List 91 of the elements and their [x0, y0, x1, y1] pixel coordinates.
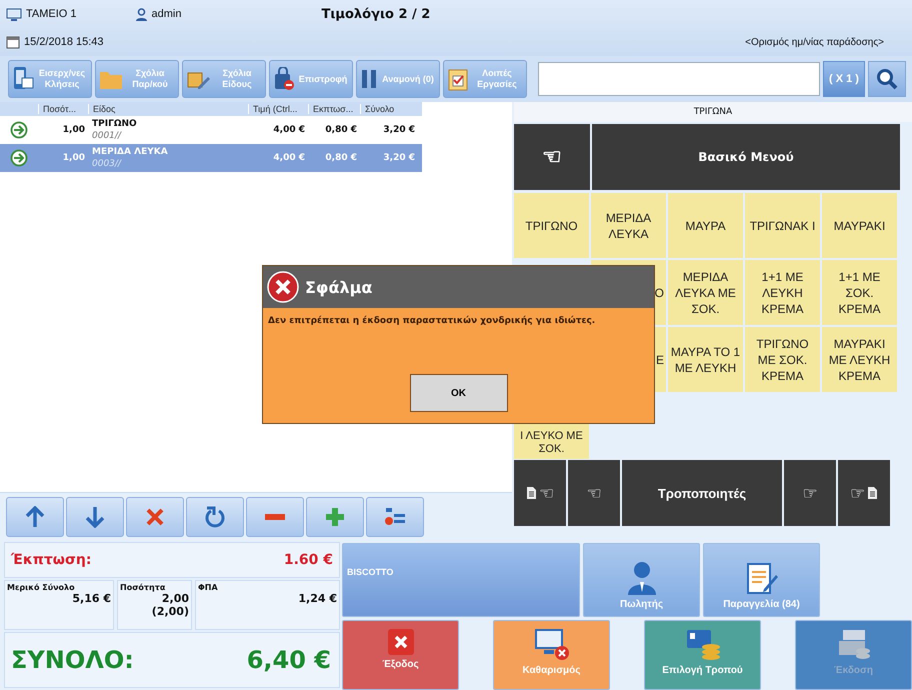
monitor-icon — [534, 629, 570, 661]
list-icon — [384, 506, 406, 528]
quantity-label: Ποσότητα — [120, 583, 166, 592]
card-coins-icon — [684, 629, 720, 661]
cash-register-icon — [836, 629, 870, 661]
total-cell-text: 3,20 € — [382, 125, 416, 135]
product-button[interactable]: ΤΡΙΓΩΝΟ — [514, 193, 589, 258]
person-icon — [626, 561, 656, 595]
exit-button[interactable]: Έξοδος — [342, 620, 459, 690]
subtotal-value: 5,16 € — [71, 592, 111, 605]
product-button[interactable]: ΜΕΡΙΔΑ ΛΕΥΚΑ — [591, 193, 666, 258]
close-icon — [388, 629, 414, 655]
calendar-icon — [6, 36, 20, 48]
vat-label: ΦΠΑ — [198, 583, 219, 592]
search-button[interactable] — [868, 61, 906, 97]
decrease-button[interactable] — [246, 497, 304, 537]
arrow-right-icon — [10, 149, 28, 167]
column-header: Σύνολο — [360, 104, 418, 114]
user-name: admin — [152, 8, 182, 20]
monitor-icon — [6, 8, 22, 20]
undo-button[interactable] — [186, 497, 244, 537]
item-name: ΤΡΙΓΩΝΟ — [92, 118, 138, 130]
subtotal-label: Μερικό Σύνολο — [7, 583, 76, 592]
register-name: ΤΑΜΕΙΟ 1 — [26, 8, 77, 20]
move-down-button[interactable] — [66, 497, 124, 537]
delivery-date-link[interactable]: <Ορισμός ημ/νίας παράδοσης> — [745, 36, 884, 48]
previous-page-button[interactable]: ☜ — [514, 460, 566, 526]
arrow-down-icon — [85, 506, 105, 528]
increase-button[interactable] — [306, 497, 364, 537]
document-icon — [867, 486, 878, 500]
ok-button[interactable]: OK — [410, 374, 508, 412]
column-header: Τιμή (Ctrl... — [248, 104, 308, 114]
discount-label: Έκπτωση: — [11, 552, 92, 568]
date-time: 15/2/2018 15:43 — [24, 36, 104, 48]
undo-icon — [204, 506, 226, 528]
delete-button[interactable] — [126, 497, 184, 537]
product-button[interactable]: ΜΕΡΙΔΑ ΛΕΥΚΑ ΜΕ ΣΟΚ. — [668, 260, 743, 325]
item-name: ΜΕΡΙΔΑ ΛΕΥΚΑ — [92, 146, 169, 158]
back-button[interactable]: ☜ — [514, 124, 590, 190]
search-icon — [876, 68, 898, 90]
quantity-detail: (2,00) — [150, 605, 189, 618]
total-amount: 6,40 € — [246, 646, 331, 674]
next-page-button[interactable]: ☞ — [784, 460, 836, 526]
move-up-button[interactable] — [6, 497, 64, 537]
error-message: Δεν επιτρέπεται η έκδοση παραστατικών χονδρικής για ιδιώτες. — [268, 316, 596, 326]
column-header: Ποσότ... — [38, 104, 88, 114]
quantity-cell-text: 1,00 — [62, 125, 86, 135]
discount-cell-text: 0,80 € — [324, 153, 358, 163]
column-header: Είδος — [88, 104, 248, 114]
discount-cell-text: 0,80 € — [324, 125, 358, 135]
plus-icon — [325, 507, 345, 527]
next-page-button[interactable]: ☞ — [838, 460, 890, 526]
quantity-cell-text: 1,00 — [62, 153, 86, 163]
total-label: ΣΥΝΟΛΟ: — [11, 646, 134, 674]
invoice-title: Τιμολόγιο 2 / 2 — [322, 6, 430, 22]
product-button[interactable]: ΜΑΥΡΑΚΙ — [822, 193, 897, 258]
user-icon — [134, 8, 148, 20]
quantity-value: 2,00 — [160, 592, 189, 605]
previous-page-button[interactable]: ☜ — [568, 460, 620, 526]
error-icon — [267, 271, 299, 303]
cross-icon — [146, 508, 164, 526]
vat-value: 1,24 € — [297, 592, 337, 605]
options-button[interactable] — [366, 497, 424, 537]
pause-icon — [360, 68, 378, 90]
menu-title-bar: Βασικό Μενού — [592, 124, 900, 190]
notepad-icon — [746, 561, 778, 595]
price-cell-text: 4,00 € — [272, 153, 306, 163]
modifiers-title-button[interactable]: Τροποποιητές — [622, 460, 782, 526]
product-button[interactable]: ΤΡΙΓΩΝΟ ΜΕ ΣΟΚ. ΚΡΕΜΑ — [745, 327, 820, 392]
item-code: 0003// — [92, 158, 123, 170]
minus-icon — [265, 514, 285, 520]
search-field[interactable] — [538, 62, 820, 96]
column-header: Εκπτωσ... — [308, 104, 360, 114]
arrow-up-icon — [25, 506, 45, 528]
total-cell-text: 3,20 € — [382, 153, 416, 163]
product-button[interactable]: ΜΑΥΡΑΚΙ ΜΕ ΛΕΥΚΗ ΚΡΕΜΑ — [822, 327, 897, 392]
item-code: 0001// — [92, 130, 123, 142]
bag-icon — [273, 67, 295, 91]
phone-icon — [12, 66, 34, 92]
category-title: ΤΡΙΓΩΝΑ — [514, 102, 912, 122]
product-button[interactable]: ΜΑΥΡΑ — [668, 193, 743, 258]
dialog-title: Σφάλμα — [305, 278, 372, 296]
price-cell-text: 4,00 € — [272, 125, 306, 135]
product-button[interactable]: 1+1 ΜΕ ΛΕΥΚΗ ΚΡΕΜΑ — [745, 260, 820, 325]
product-button[interactable]: 1+1 ΜΕ ΣΟΚ. ΚΡΕΜΑ — [822, 260, 897, 325]
document-icon — [526, 486, 537, 500]
arrow-right-icon — [10, 121, 28, 139]
product-button[interactable]: ΤΡΙΓΩΝΑΚ Ι — [745, 193, 820, 258]
product-button[interactable]: ΜΑΥΡΑ ΤΟ 1 ΜΕ ΛΕΥΚΗ — [668, 327, 743, 392]
checklist-icon — [447, 67, 469, 91]
discount-amount: 1.60 € — [284, 552, 333, 568]
